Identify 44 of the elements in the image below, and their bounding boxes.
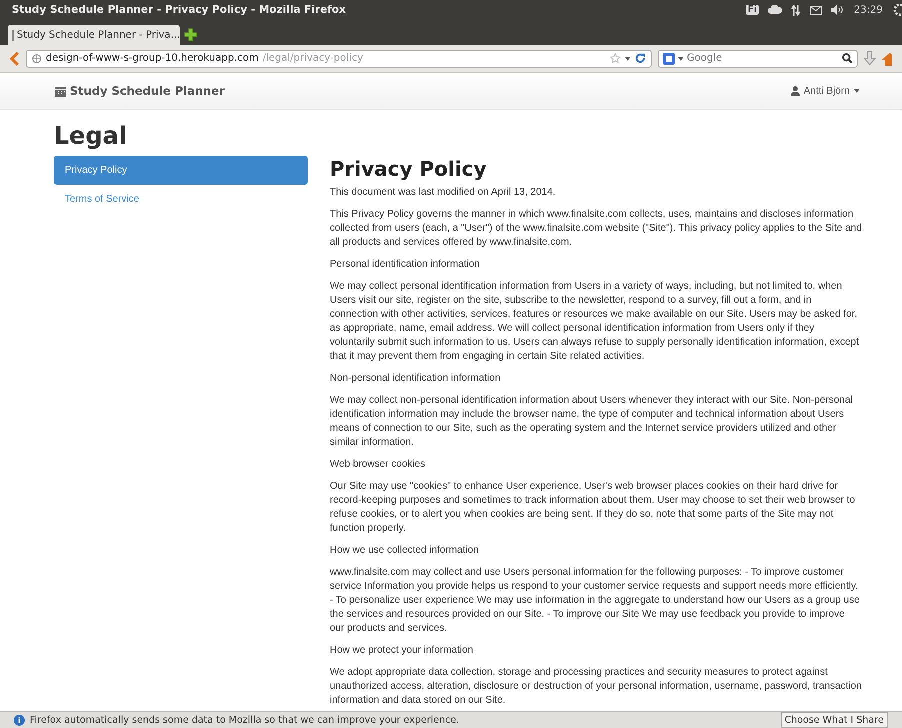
paragraph: Web browser cookies	[330, 458, 426, 472]
paragraph: Our Site may use "cookies" to enhance User experience. User's web browser places cookies on their hard drive for record-keeping purposes and sometimes to track information about them. User may choose to set their web browser to refuse cookies, or to alert you when cookies are being sent. If they do so, note that some parts of the Site may not function properly.	[330, 480, 856, 536]
paragraph: We may collect non-personal identification information about Users whenever they interact with our Site. Non-personal identification information may include the browser name, the type of computer and technical information about Users means of connection to our Site, such as the operating system and the Internet service providers utilized and other similar information.	[330, 394, 854, 450]
paragraph: We adopt appropriate data collection, storage and processing practices and security measures to protect against unauthorized access, alteration, disclosure or destruction of your personal information, username, password, transaction information and data stored on our Site.	[330, 666, 862, 708]
keyboard-indicator[interactable]: Fi	[746, 5, 760, 15]
home-icon[interactable]	[882, 50, 892, 66]
calendar-icon	[55, 86, 66, 96]
caret-icon	[854, 89, 860, 93]
cloud-icon[interactable]	[768, 5, 782, 15]
paragraph: This document was last modified on April 13, 2014.	[330, 186, 557, 200]
user-menu[interactable]: Antti Björn	[790, 86, 860, 96]
network-arrows-icon[interactable]	[791, 4, 802, 16]
star-icon[interactable]	[610, 53, 621, 64]
reload-icon[interactable]	[635, 53, 646, 64]
mail-icon[interactable]	[810, 6, 822, 14]
info-icon	[14, 714, 25, 726]
dropdown-icon[interactable]	[625, 56, 631, 60]
globe-icon	[32, 54, 42, 64]
paragraph: Personal identification information	[330, 258, 482, 272]
search-engine-icon[interactable]	[663, 52, 675, 64]
paragraph: This Privacy Policy governs the manner in which www.finalsite.com collects, uses, maintains and discloses information collected from users (each, a "User") of the www.finalsite.com website ("Site"). This privacy policy applies to the Site and all products and services offered by www.finalsite.com.	[330, 208, 862, 250]
article-title: Privacy Policy	[330, 156, 488, 182]
search-bar[interactable]: Google	[658, 50, 858, 68]
paragraph: www.finalsite.com may collect and use Users personal information for the following purposes: - To improve customer service Information you provide helps us respond to your customer service requests and support needs more efficiently. - To personalize user experience We may use information in the aggregate to understand how our Users as a group use the services and resources provided on our Site. - To improve our Site We may use feedback you provide to improve our products and services.	[330, 566, 861, 636]
window-title: Study Schedule Planner - Privacy Policy - Mozilla Firefox	[12, 4, 348, 16]
paragraph: How we protect your information	[330, 644, 474, 658]
notification-message: Firefox automatically sends some data to Mozilla so that we can improve your experience.	[30, 714, 460, 726]
brand-link[interactable]: Study Schedule Planner	[70, 84, 225, 98]
browser-tab[interactable]: Study Schedule Planner - Priva...	[8, 25, 180, 45]
sidebar-item[interactable]: Terms of Service	[54, 185, 308, 214]
page-title: Legal	[54, 122, 128, 150]
speaker-icon[interactable]	[831, 5, 846, 15]
dropdown-icon[interactable]	[678, 56, 684, 60]
paragraph: Non-personal identification information	[330, 372, 502, 386]
new-tab-icon[interactable]	[184, 28, 198, 42]
address-field[interactable]: design-of-www-s-group-10.herokuapp.com /legal/privacy-policy	[26, 50, 652, 68]
sidebar-item[interactable]: Privacy Policy	[54, 156, 308, 185]
user-icon	[790, 86, 800, 96]
clock[interactable]: 23:29	[854, 4, 883, 16]
choose-what-i-share-button[interactable]: Choose What I Share	[780, 712, 888, 728]
search-icon[interactable]	[842, 53, 853, 64]
paragraph: How we use collected information	[330, 544, 480, 558]
back-icon[interactable]	[10, 52, 20, 66]
paragraph: We may collect personal identification information from Users in a variety of ways, including, but not limited to, when Users visit our site, register on the site, subscribe to the newsletter, respond to a survey, fill out a form, and in connection with other activities, services, features or resources we make available on our Site. Users may be asked for, as appropriate, name, email address. We will collect personal identification information from Users only if they voluntarily submit such information to us. Users can always refuse to supply personally identification information, except that it may prevent them from engaging in certain Site related activities.	[330, 280, 860, 364]
